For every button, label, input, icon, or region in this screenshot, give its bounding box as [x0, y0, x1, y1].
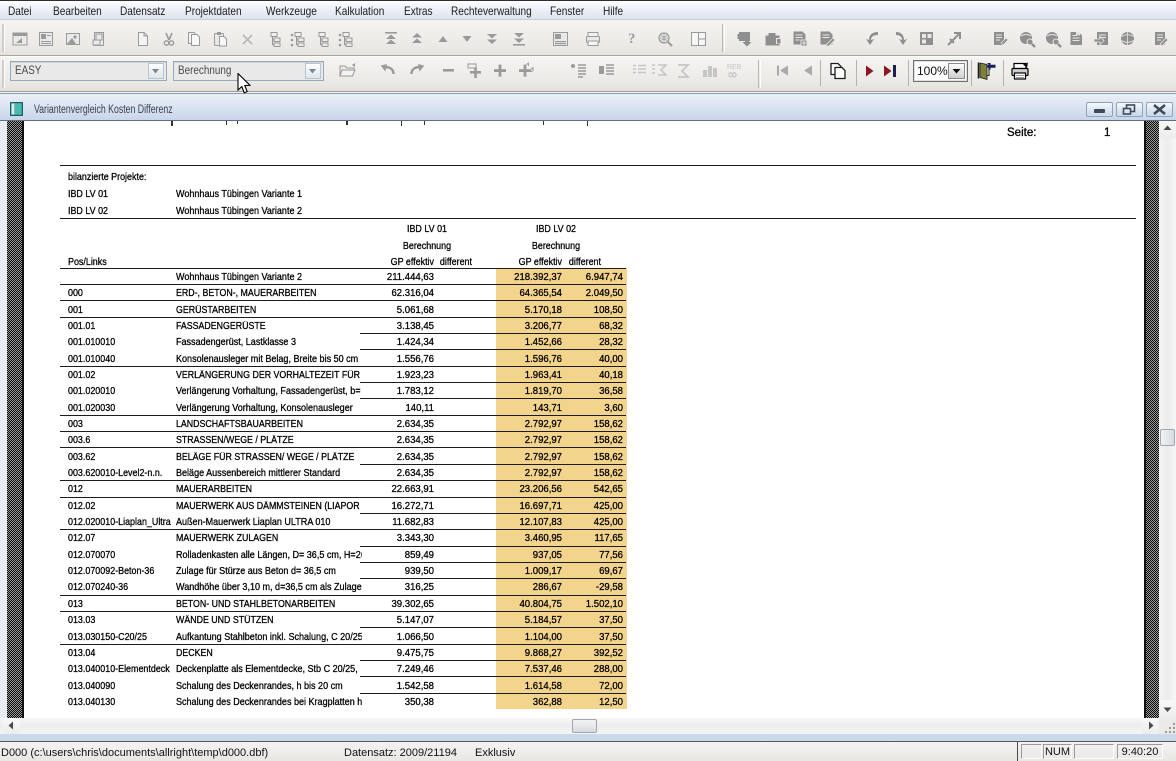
svg-text:REB: REB [727, 64, 742, 71]
